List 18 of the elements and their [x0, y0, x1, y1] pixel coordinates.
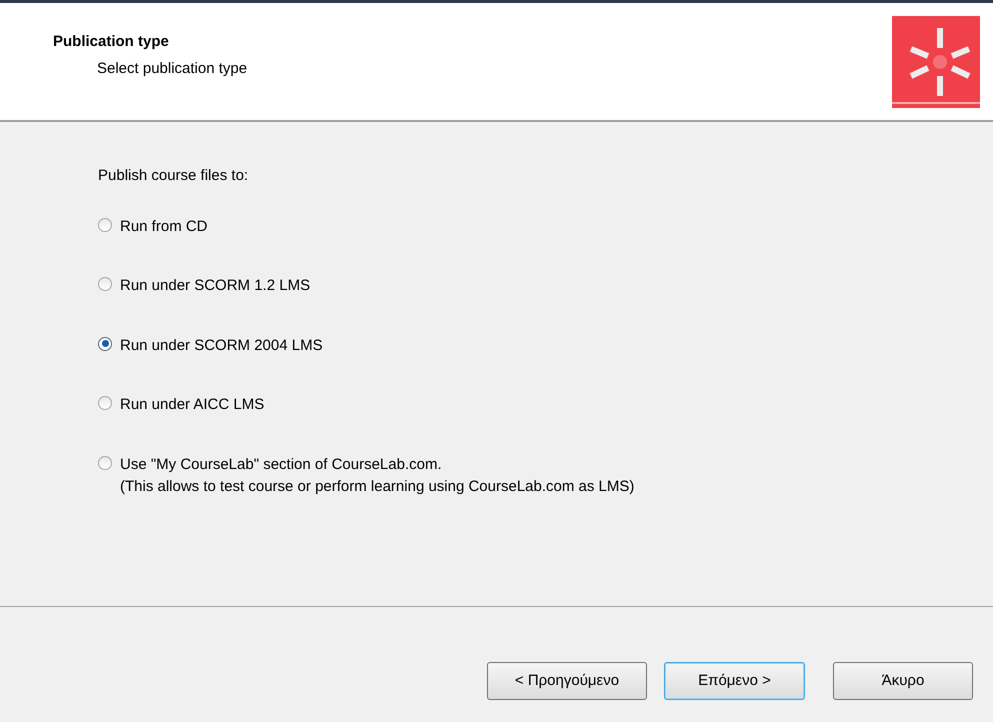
dialog-button[interactable]: < Προηγούμενο [487, 662, 647, 700]
radio-button[interactable] [98, 396, 112, 410]
radio-button[interactable] [98, 218, 112, 232]
prompt-label: Publish course files to: [98, 166, 248, 186]
option-label[interactable]: Use "My CourseLab" section of CourseLab.com. [120, 454, 442, 476]
dialog-button[interactable]: Άκυρο [833, 662, 973, 700]
option-label[interactable]: Run under SCORM 2004 LMS [120, 334, 323, 357]
header-title: Publication type [53, 32, 169, 52]
dialog-button[interactable]: Επόμενο > [664, 662, 805, 700]
logo-icon [892, 16, 980, 108]
radio-button[interactable] [98, 336, 112, 350]
option-label[interactable]: Run under AICC LMS [120, 394, 264, 416]
radio-button[interactable] [98, 456, 112, 470]
option-label[interactable]: Run under SCORM 1.2 LMS [120, 275, 310, 298]
radio-button[interactable] [98, 277, 112, 291]
option-note: (This allows to test course or perform learning using CourseLab.com as LMS) [120, 477, 634, 497]
header-subtitle: Select publication type [97, 58, 248, 78]
option-label[interactable]: Run from CD [120, 216, 208, 238]
